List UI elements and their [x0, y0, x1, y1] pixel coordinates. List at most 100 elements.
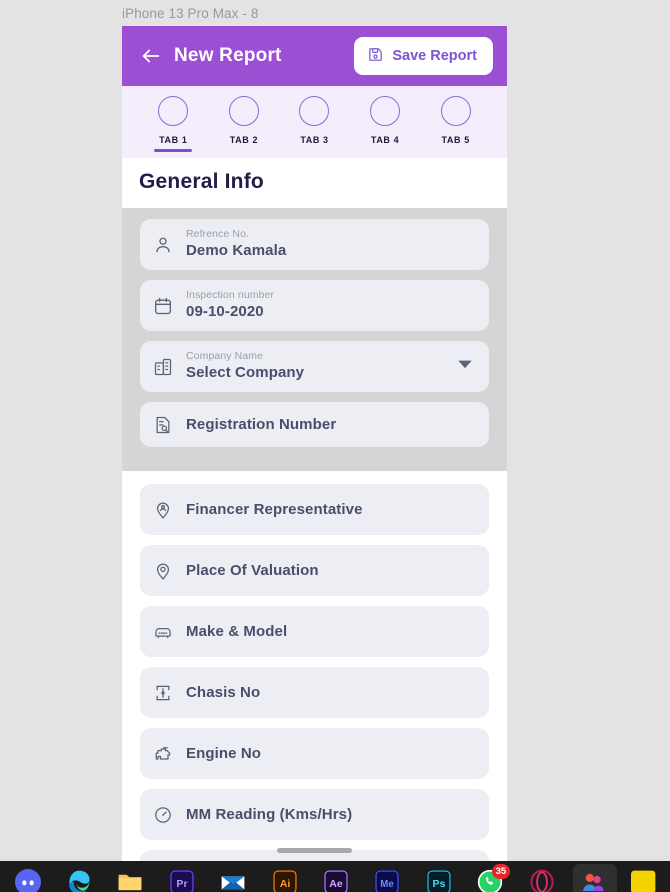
tab-active-underline: [295, 149, 333, 152]
save-report-button[interactable]: Save Report: [354, 37, 493, 75]
folder-icon: [117, 869, 143, 892]
chevron-down-icon[interactable]: [455, 354, 475, 379]
tab-circle-icon: [299, 96, 330, 126]
svg-text:Me: Me: [381, 879, 395, 890]
section-header: General Info: [122, 158, 507, 208]
tab-strip: TAB 1 TAB 2 TAB 3 TAB 4 TAB 5: [122, 86, 507, 158]
people-icon: [580, 869, 606, 892]
tab-active-underline: [437, 149, 475, 152]
field-chasis-no[interactable]: Chasis No: [140, 667, 489, 718]
svg-text:Pr: Pr: [176, 878, 187, 890]
tab-active-underline: [154, 149, 193, 152]
field-placeholder: Financer Representative: [186, 501, 363, 518]
general-info-group: Refrence No. Demo Kamala Inspection numb…: [122, 208, 507, 471]
field-value: 09-10-2020: [186, 303, 264, 321]
phone-viewport: New Report Save Report TAB 1 TAB 2 TAB 3…: [122, 26, 507, 861]
tab-label: TAB 5: [441, 135, 470, 145]
tab-active-underline: [225, 149, 263, 152]
tab-label: TAB 4: [370, 135, 400, 145]
field-placeholder: Make & Model: [186, 623, 288, 640]
gauge-icon: [153, 805, 173, 825]
field-make-and-model[interactable]: Make & Model: [140, 606, 489, 657]
taskbar-item-microsoft-edge[interactable]: [53, 861, 104, 892]
field-placeholder: Registration Number: [186, 416, 337, 433]
map-pin-icon: [153, 561, 173, 581]
taskbar-item-media-encoder[interactable]: Me: [362, 861, 413, 892]
field-engine-no[interactable]: Engine No: [140, 728, 489, 779]
field-financer-representative[interactable]: Financer Representative: [140, 484, 489, 535]
after-effects-icon: Ae: [323, 869, 349, 892]
windows-taskbar: Pr Ai Ae Me Ps 35: [0, 861, 670, 892]
field-place-of-valuation[interactable]: Place Of Valuation: [140, 545, 489, 596]
screen-root: iPhone 13 Pro Max - 8 New Report Save Re…: [0, 0, 670, 892]
field-label: Company Name: [186, 350, 264, 363]
building-icon: [153, 357, 173, 377]
whatsapp-notification-badge: 35: [491, 864, 510, 879]
arrow-left-icon[interactable]: [140, 45, 162, 67]
field-company-name[interactable]: Company Name Select Company: [140, 341, 489, 392]
pin-person-icon: [153, 500, 173, 520]
tab-3[interactable]: TAB 3: [283, 96, 345, 152]
field-placeholder: Engine No: [186, 745, 262, 762]
microsoft-edge-icon: [66, 869, 92, 892]
field-placeholder: MM Reading (Kms/Hrs): [186, 806, 353, 823]
home-indicator-area: [122, 839, 507, 861]
taskbar-item-whatsapp[interactable]: 35: [465, 861, 516, 892]
person-icon: [153, 235, 173, 255]
photoshop-icon: Ps: [426, 869, 452, 892]
app-bar: New Report Save Report: [122, 26, 507, 86]
mail-icon: [220, 869, 246, 892]
illustrator-icon: Ai: [272, 869, 298, 892]
taskbar-item-file-explorer[interactable]: [105, 861, 156, 892]
taskbar-item-after-effects[interactable]: Ae: [310, 861, 361, 892]
yellow-app-icon: [631, 869, 657, 892]
field-label: Inspection number: [186, 289, 275, 302]
detail-fields-group: Financer Representative Place Of Valuati…: [122, 471, 507, 861]
page-title: New Report: [174, 45, 282, 66]
taskbar-item-opera[interactable]: [516, 861, 567, 892]
tab-circle-icon: [228, 96, 259, 126]
tab-1[interactable]: TAB 1: [142, 96, 204, 152]
tab-circle-icon: [158, 96, 189, 126]
chassis-icon: [153, 683, 173, 703]
field-mm-reading[interactable]: MM Reading (Kms/Hrs): [140, 789, 489, 840]
save-floppy-icon: [367, 46, 384, 66]
field-reference-no[interactable]: Refrence No. Demo Kamala: [140, 219, 489, 270]
home-indicator[interactable]: [277, 847, 352, 853]
taskbar-item-yellow-app[interactable]: [619, 861, 670, 892]
svg-text:Ae: Ae: [329, 878, 343, 890]
tab-circle-icon: [440, 96, 471, 126]
svg-text:Ps: Ps: [432, 878, 445, 890]
car-icon: [153, 622, 173, 642]
tab-label: TAB 2: [229, 135, 259, 145]
field-inspection-number[interactable]: Inspection number 09-10-2020: [140, 280, 489, 331]
discord-icon: [14, 869, 41, 892]
section-title: General Info: [139, 170, 264, 193]
calendar-icon: [153, 296, 173, 316]
tab-label: TAB 1: [159, 135, 188, 145]
taskbar-item-illustrator[interactable]: Ai: [259, 861, 310, 892]
svg-text:Ai: Ai: [279, 878, 290, 890]
field-value: Demo Kamala: [186, 242, 287, 260]
tab-active-underline: [366, 149, 404, 152]
tab-circle-icon: [370, 96, 401, 126]
field-registration-number[interactable]: Registration Number: [140, 402, 489, 447]
field-placeholder: Place Of Valuation: [186, 562, 319, 579]
tab-2[interactable]: TAB 2: [213, 96, 275, 152]
taskbar-item-discord[interactable]: [2, 861, 53, 892]
field-label: Refrence No.: [186, 228, 250, 241]
field-placeholder: Chasis No: [186, 684, 261, 701]
field-value: Select Company: [186, 364, 305, 382]
taskbar-item-premiere-pro[interactable]: Pr: [156, 861, 207, 892]
device-label: iPhone 13 Pro Max - 8: [122, 6, 259, 21]
tab-4[interactable]: TAB 4: [354, 96, 416, 152]
save-report-label: Save Report: [392, 48, 477, 64]
taskbar-item-photoshop[interactable]: Ps: [413, 861, 464, 892]
premiere-pro-icon: Pr: [169, 869, 195, 892]
taskbar-item-people[interactable]: [567, 861, 618, 892]
taskbar-item-mail[interactable]: [208, 861, 259, 892]
document-search-icon: [153, 415, 173, 435]
media-encoder-icon: Me: [374, 869, 400, 892]
opera-icon: [529, 869, 555, 892]
tab-5[interactable]: TAB 5: [425, 96, 487, 152]
